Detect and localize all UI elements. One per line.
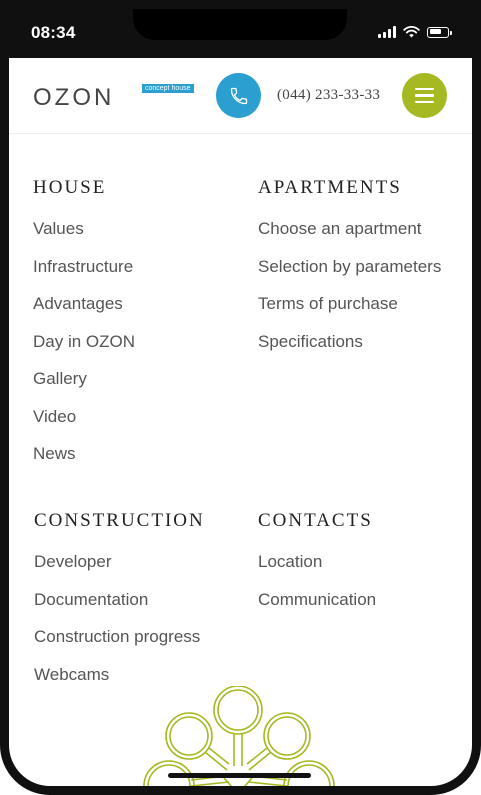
menu-item-terms-of-purchase[interactable]: Terms of purchase bbox=[258, 294, 441, 332]
menu-item-developer[interactable]: Developer bbox=[34, 552, 200, 590]
section-title-construction: CONSTRUCTION bbox=[34, 510, 205, 531]
menu-item-construction-progress[interactable]: Construction progress bbox=[34, 627, 200, 665]
call-button[interactable] bbox=[216, 73, 261, 118]
section-title-apartments: APARTMENTS bbox=[258, 177, 402, 198]
status-icons bbox=[378, 26, 452, 38]
screen: OZON concept house (044) 233-33-33 HOUSE… bbox=[9, 58, 472, 786]
logo-text: OZON bbox=[33, 84, 115, 111]
menu-item-specifications[interactable]: Specifications bbox=[258, 332, 441, 370]
menu-item-advantages[interactable]: Advantages bbox=[33, 294, 135, 332]
battery-icon bbox=[427, 26, 452, 38]
status-time: 08:34 bbox=[31, 23, 76, 42]
tree-ornament-icon bbox=[143, 686, 335, 786]
wifi-icon bbox=[403, 26, 420, 38]
hamburger-icon-bar bbox=[415, 100, 434, 104]
home-indicator[interactable] bbox=[168, 773, 311, 778]
menu-list-construction: Developer Documentation Construction pro… bbox=[34, 552, 200, 702]
logo[interactable]: OZON concept house bbox=[33, 84, 194, 112]
status-bar: 08:34 bbox=[0, 0, 481, 58]
menu-list-house: Values Infrastructure Advantages Day in … bbox=[33, 219, 135, 482]
section-title-house: HOUSE bbox=[33, 177, 107, 198]
menu-item-day-in-ozon[interactable]: Day in OZON bbox=[33, 332, 135, 370]
hamburger-icon-bar bbox=[415, 94, 434, 97]
menu-item-gallery[interactable]: Gallery bbox=[33, 369, 135, 407]
phone-icon bbox=[230, 87, 247, 104]
signal-icon bbox=[378, 26, 396, 38]
phone-number-link[interactable]: (044) 233-33-33 bbox=[277, 87, 380, 104]
section-title-contacts: CONTACTS bbox=[258, 510, 373, 531]
menu-item-infrastructure[interactable]: Infrastructure bbox=[33, 257, 135, 295]
menu-button[interactable] bbox=[402, 73, 447, 118]
site-header: OZON concept house (044) 233-33-33 bbox=[9, 58, 472, 134]
menu-item-selection-by-parameters[interactable]: Selection by parameters bbox=[258, 257, 441, 295]
menu-item-documentation[interactable]: Documentation bbox=[34, 590, 200, 628]
menu-item-video[interactable]: Video bbox=[33, 407, 135, 445]
menu-item-values[interactable]: Values bbox=[33, 219, 135, 257]
hamburger-icon-bar bbox=[415, 87, 434, 91]
menu-item-location[interactable]: Location bbox=[258, 552, 376, 590]
logo-badge: concept house bbox=[142, 84, 194, 93]
notch bbox=[133, 0, 347, 40]
menu-list-contacts: Location Communication bbox=[258, 552, 376, 627]
menu-item-news[interactable]: News bbox=[33, 444, 135, 482]
menu-list-apartments: Choose an apartment Selection by paramet… bbox=[258, 219, 441, 369]
menu-item-choose-apartment[interactable]: Choose an apartment bbox=[258, 219, 441, 257]
menu-item-communication[interactable]: Communication bbox=[258, 590, 376, 628]
